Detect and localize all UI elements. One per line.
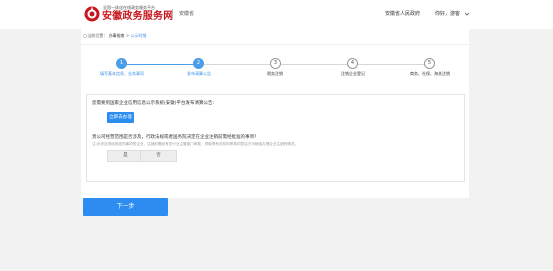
chevron-down-icon[interactable] [464,11,470,17]
yes-button[interactable]: 是 [107,150,144,162]
step-connector-3 [281,64,348,65]
question-approval-required: 贵公司经营范围是否涉及，行政法规或者国务院决定在企业注销前需经批准的事项? [92,135,257,140]
site-title[interactable]: 安徽政务服务网 [102,11,173,23]
go-handle-button[interactable]: 立即去办理 [107,112,134,123]
step-3-circle: 3 [270,58,281,69]
breadcrumb-item-guide[interactable]: 办事指南 [109,33,125,39]
region-selector[interactable]: 安徽省 [179,10,194,18]
step-5-label: 商务、社保、海关注销 [410,71,450,76]
step-2-circle: 2 [193,58,204,69]
breadcrumb-separator: > [125,33,130,38]
breadcrumb-item-current: 公示时限 [130,33,147,38]
step-connector-1 [127,64,195,65]
provincial-government-link[interactable]: 安徽省人民政府 [385,10,420,18]
step-connector-2 [204,64,272,65]
platform-subtitle: 全国一体化在线政务服务平台 [103,5,155,10]
step-1-label: 填写基本信息、业务事项 [100,71,144,76]
question-publish-notice: 您需要到国家企业信用信息公示系统(安徽)平台发布清算公告: [92,101,215,106]
step-2-label: 发布清算公告 [187,71,211,76]
user-greeting[interactable]: 你好，游客 [435,10,460,18]
header-divider [172,9,173,19]
step-1-circle: 1 [116,58,127,69]
step-3-label: 税务注销 [267,71,283,76]
breadcrumb-prefix: 当前位置： [87,33,108,38]
breadcrumb: 当前位置： 办事指南 > 公示时限 [82,33,146,39]
question-approval-note: 注:对涉及须经批准的事项的企业，注销前需经有关行业主管部门审批，须取得有关机构审… [92,142,299,146]
header-divider-line [81,44,469,45]
step-connector-4 [358,64,425,65]
next-step-button[interactable]: 下一步 [83,198,168,216]
anhui-logo-icon [84,6,100,22]
no-button[interactable]: 否 [140,150,177,162]
step-4-circle: 4 [347,58,358,69]
step-5-circle: 5 [424,58,435,69]
top-header [0,0,553,29]
step-4-label: 注销企业登记 [341,71,365,76]
